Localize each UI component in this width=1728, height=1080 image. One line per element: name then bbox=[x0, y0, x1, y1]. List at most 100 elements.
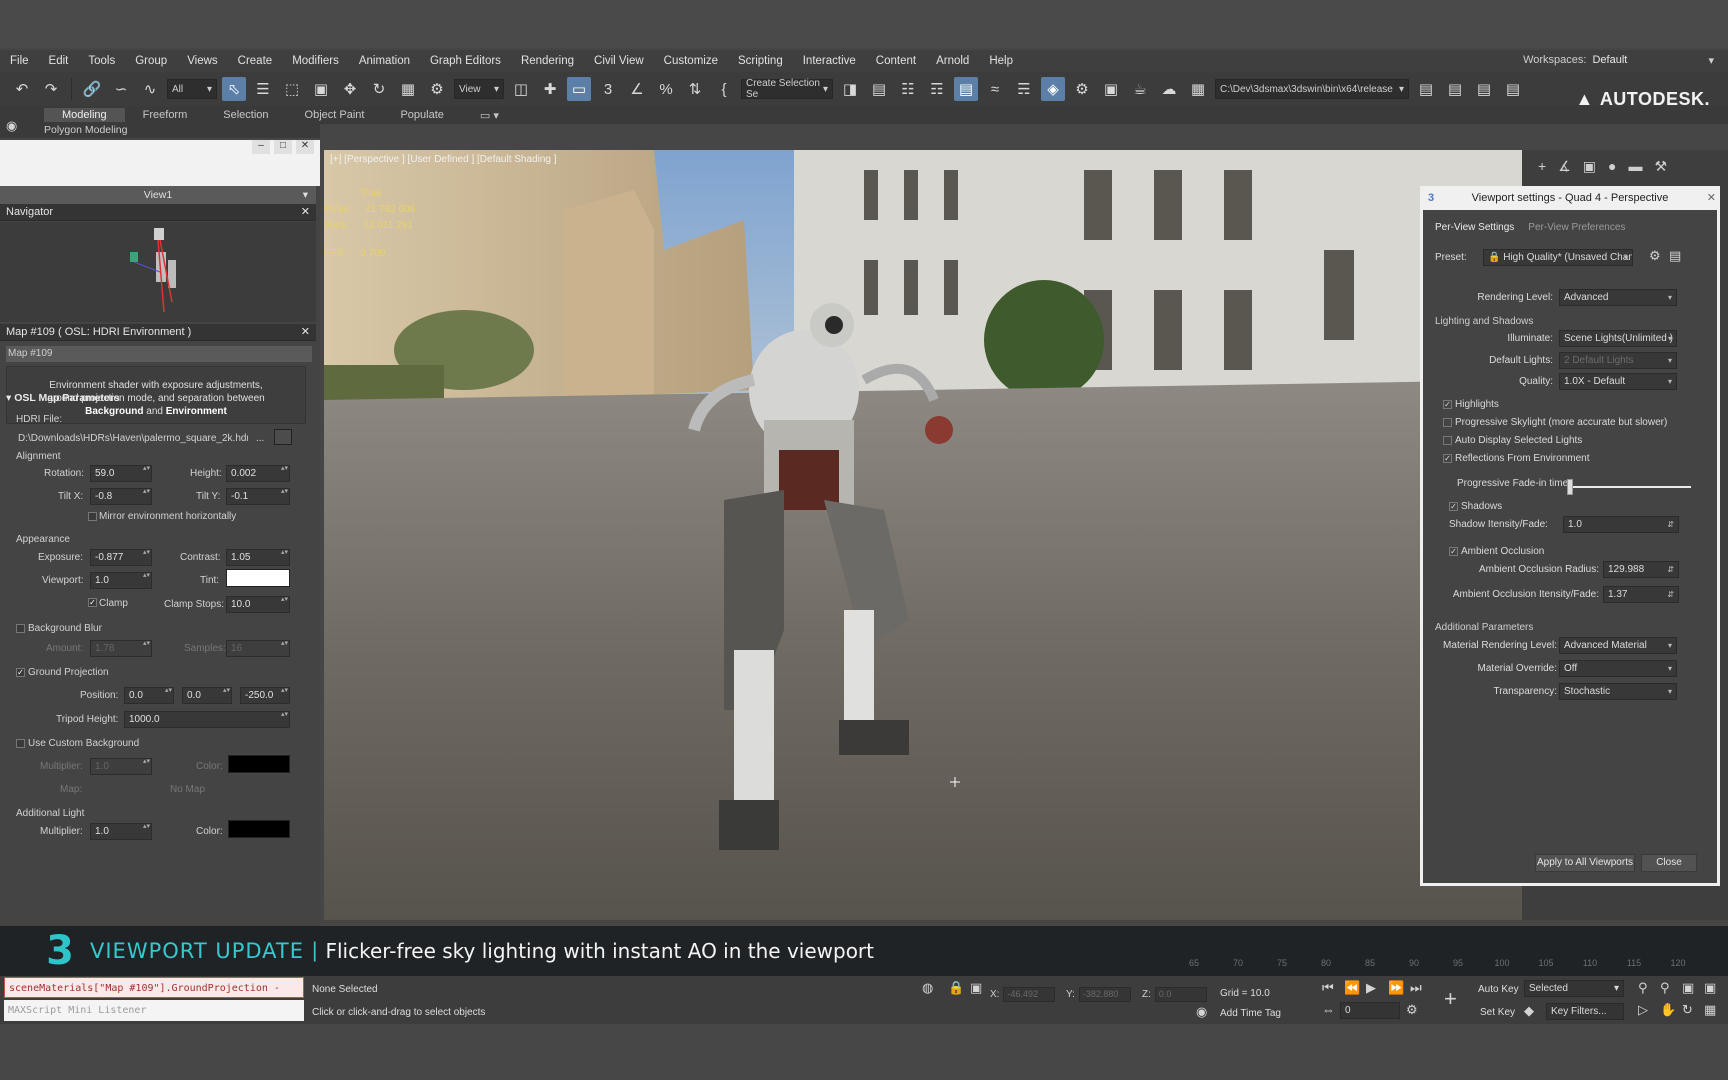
absolute-mode-icon[interactable]: ▣ bbox=[970, 980, 982, 996]
material-override-dropdown[interactable]: Off ▾ bbox=[1559, 660, 1677, 677]
close-icon[interactable]: ✕ bbox=[301, 324, 310, 341]
highlights-checkbox[interactable]: ✓ Highlights bbox=[1443, 399, 1499, 410]
clamp-stops-spinner[interactable]: 10.0 bbox=[226, 596, 290, 613]
set-key-icon[interactable]: + bbox=[1444, 986, 1457, 1012]
set-key-button[interactable]: Set Key bbox=[1480, 1007, 1515, 1018]
motion-icon[interactable]: ● bbox=[1608, 158, 1616, 175]
default-lights-dropdown[interactable]: 2 Default Lights ▾ bbox=[1559, 352, 1677, 369]
light-multiplier-spinner[interactable]: 1.0 bbox=[90, 823, 152, 840]
hdri-browse-button[interactable]: ... bbox=[256, 433, 264, 444]
shadows-checkbox[interactable]: ✓ Shadows bbox=[1449, 501, 1502, 512]
angle-snap-icon[interactable]: ∠ bbox=[625, 77, 649, 101]
x-field[interactable]: -46.492 bbox=[1003, 987, 1056, 1002]
play-icon[interactable]: ▶ bbox=[1366, 980, 1376, 996]
view-dropdown[interactable]: View1 ▾ bbox=[0, 186, 316, 204]
current-frame-field[interactable]: 0 bbox=[1340, 1002, 1400, 1019]
menu-modifiers[interactable]: Modifiers bbox=[292, 55, 339, 67]
exposure-spinner[interactable]: -0.877 bbox=[90, 549, 152, 566]
rectangular-selection-icon[interactable]: ⬚ bbox=[280, 77, 304, 101]
position-z-spinner[interactable]: -250.0 bbox=[240, 687, 290, 704]
tab-per-view-preferences[interactable]: Per-View Preferences bbox=[1528, 222, 1625, 233]
render-setup-icon[interactable]: ⚙ bbox=[1070, 77, 1094, 101]
bg-color-swatch[interactable] bbox=[228, 755, 290, 773]
bg-multiplier-spinner[interactable]: 1.0 bbox=[90, 758, 152, 775]
scene-explorer-icon[interactable]: ☷ bbox=[896, 77, 920, 101]
isolate-icon[interactable]: ◍ bbox=[922, 980, 933, 996]
position-y-spinner[interactable]: 0.0 bbox=[182, 687, 232, 704]
menu-customize[interactable]: Customize bbox=[664, 55, 718, 67]
tilt-y-spinner[interactable]: -0.1 bbox=[226, 488, 290, 505]
menu-file[interactable]: File bbox=[10, 55, 29, 67]
scale-icon[interactable]: ▦ bbox=[396, 77, 420, 101]
hdri-file-path[interactable]: D:\Downloads\HDRs\Haven\palermo_square_2… bbox=[18, 433, 248, 444]
key-filters-button[interactable]: Key Filters... bbox=[1546, 1003, 1624, 1020]
shadow-intensity-spinner[interactable]: 1.0 ⇵ bbox=[1563, 516, 1679, 533]
layer-explorer-icon[interactable]: ☶ bbox=[925, 77, 949, 101]
amount-spinner[interactable]: 1.78 bbox=[90, 640, 152, 657]
maxscript-output[interactable]: sceneMaterials["Map #109"].GroundProject… bbox=[4, 977, 304, 998]
ribbon-collapse-icon[interactable]: ◉ bbox=[6, 118, 17, 134]
clamp-checkbox[interactable]: ✓ bbox=[88, 598, 97, 607]
rendering-level-dropdown[interactable]: Advanced ▾ bbox=[1559, 289, 1677, 306]
close-icon[interactable]: ✕ bbox=[301, 204, 310, 221]
ribbon-options-icon[interactable]: ▭ ▾ bbox=[462, 108, 517, 123]
edit-named-selection-icon[interactable]: { bbox=[712, 77, 736, 101]
tripod-height-spinner[interactable]: 1000.0 bbox=[124, 711, 290, 728]
progressive-skylight-checkbox[interactable]: Progressive Skylight (more accurate but … bbox=[1443, 417, 1667, 428]
go-to-end-icon[interactable]: ⏭ bbox=[1410, 980, 1422, 996]
menu-arnold[interactable]: Arnold bbox=[936, 55, 969, 67]
map-name-field[interactable]: Map #109 bbox=[6, 346, 312, 362]
close-icon[interactable]: ✕ bbox=[296, 140, 314, 154]
move-icon[interactable]: ✥ bbox=[338, 77, 362, 101]
rotate-icon[interactable]: ↻ bbox=[367, 77, 391, 101]
background-blur-checkbox[interactable] bbox=[16, 624, 25, 633]
reference-coord-dropdown[interactable]: View ▾ bbox=[454, 79, 504, 99]
redo-icon[interactable]: ↷ bbox=[39, 77, 63, 101]
viewport-label-menu[interactable]: [+] [Perspective ] [User Defined ] [Defa… bbox=[330, 154, 557, 165]
link-icon[interactable]: 🔗 bbox=[80, 77, 104, 101]
project-folder-dropdown[interactable]: C:\Dev\3dsmax\3dswin\bin\x64\release ▾ bbox=[1215, 79, 1409, 99]
position-x-spinner[interactable]: 0.0 bbox=[124, 687, 174, 704]
project-switch-icon[interactable]: ▤ bbox=[1472, 77, 1496, 101]
previous-frame-icon[interactable]: ⏪ bbox=[1344, 980, 1360, 996]
ambient-occlusion-checkbox[interactable]: ✓ Ambient Occlusion bbox=[1449, 546, 1544, 557]
ao-radius-spinner[interactable]: 129.988 ⇵ bbox=[1603, 561, 1679, 578]
auto-display-checkbox[interactable]: Auto Display Selected Lights bbox=[1443, 435, 1582, 446]
transparency-dropdown[interactable]: Stochastic ▾ bbox=[1559, 683, 1677, 700]
contrast-spinner[interactable]: 1.05 bbox=[226, 549, 290, 566]
tab-per-view-settings[interactable]: Per-View Settings bbox=[1435, 222, 1514, 233]
fade-in-slider-track[interactable] bbox=[1567, 486, 1691, 488]
hierarchy-icon[interactable]: ▣ bbox=[1583, 158, 1596, 175]
align-icon[interactable]: ▤ bbox=[867, 77, 891, 101]
menu-graph-editors[interactable]: Graph Editors bbox=[430, 55, 501, 67]
light-color-swatch[interactable] bbox=[228, 820, 290, 838]
workspace-value[interactable]: Default bbox=[1592, 54, 1702, 67]
selection-filter-dropdown[interactable]: All ▾ bbox=[167, 79, 217, 99]
zoom-extents-all-icon[interactable]: ▣ bbox=[1704, 980, 1716, 996]
close-icon[interactable]: ✕ bbox=[1707, 186, 1716, 210]
illuminate-dropdown[interactable]: Scene Lights(Unlimited ) ▾ bbox=[1559, 330, 1677, 347]
pan-icon[interactable]: ✋ bbox=[1660, 1002, 1676, 1018]
menu-create[interactable]: Create bbox=[238, 55, 273, 67]
ribbon-panel-label[interactable]: Polygon Modeling bbox=[44, 124, 127, 136]
spinner-snap-icon[interactable]: ⇅ bbox=[683, 77, 707, 101]
menu-edit[interactable]: Edit bbox=[49, 55, 69, 67]
zoom-extents-icon[interactable]: ▣ bbox=[1682, 980, 1694, 996]
auto-key-button[interactable]: Auto Key bbox=[1478, 984, 1519, 995]
menu-help[interactable]: Help bbox=[989, 55, 1013, 67]
menu-animation[interactable]: Animation bbox=[359, 55, 410, 67]
time-config-icon[interactable]: ⚙ bbox=[1406, 1002, 1418, 1018]
zoom-icon[interactable]: ⚲ bbox=[1638, 980, 1648, 996]
snaps-toggle-icon[interactable]: 3 bbox=[596, 77, 620, 101]
z-field[interactable]: 0.0 bbox=[1154, 987, 1207, 1002]
unlink-icon[interactable]: ∽ bbox=[109, 77, 133, 101]
maximize-icon[interactable]: □ bbox=[274, 140, 292, 154]
project-icon[interactable]: ▤ bbox=[1443, 77, 1467, 101]
select-by-name-icon[interactable]: ☰ bbox=[251, 77, 275, 101]
menu-scripting[interactable]: Scripting bbox=[738, 55, 783, 67]
selection-lock-icon[interactable]: 🔒 bbox=[948, 980, 964, 996]
schematic-view-icon[interactable]: ☴ bbox=[1012, 77, 1036, 101]
menu-content[interactable]: Content bbox=[876, 55, 916, 67]
viewport-perspective[interactable]: [+] [Perspective ] [User Defined ] [Defa… bbox=[324, 150, 1522, 920]
a360-gallery-icon[interactable]: ▦ bbox=[1186, 77, 1210, 101]
